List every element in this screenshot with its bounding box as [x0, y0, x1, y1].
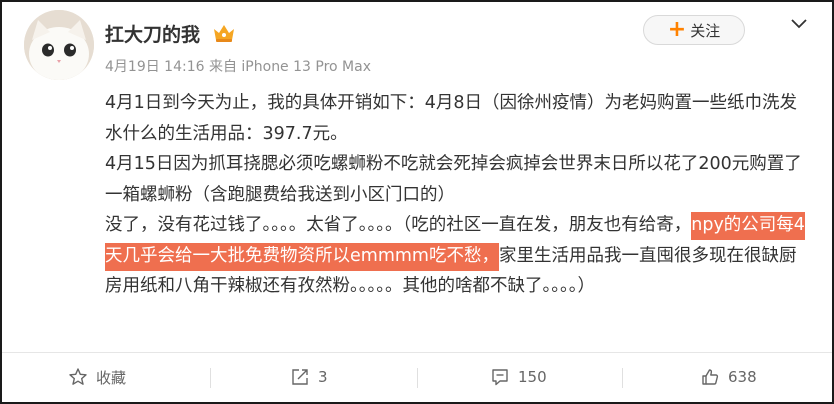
action-separator	[622, 368, 623, 388]
comment-count: 150	[518, 368, 547, 386]
divider	[2, 352, 832, 353]
like-button[interactable]: 638	[700, 366, 757, 388]
plus-icon: +	[667, 17, 687, 42]
favorite-label: 收藏	[96, 368, 127, 387]
action-separator	[417, 368, 418, 388]
thumbs-up-icon	[702, 369, 719, 385]
vip-crown-icon	[212, 22, 236, 44]
post-paragraph: 4月1日到今天为止，我的具体开销如下：4月8日（因徐州疫情）为老妈购置一些纸巾洗…	[105, 93, 798, 144]
follow-label: 关注	[690, 21, 721, 40]
favorite-button[interactable]: 收藏	[68, 366, 126, 388]
post-paragraph: 4月15日因为抓耳挠腮必须吃螺蛳粉不吃就会死掉会疯掉会世界末日所以花了200元购…	[105, 154, 802, 205]
action-separator	[210, 368, 211, 388]
post-paragraph: 没了，没有花过钱了。。。。太省了。。。。（吃的社区一直在发，朋友也有给寄，npy…	[105, 210, 805, 302]
follow-button[interactable]: + 关注	[643, 15, 745, 45]
post-meta: 4月19日 14:16 来自 iPhone 13 Pro Max	[105, 59, 371, 75]
star-icon	[69, 368, 87, 385]
comment-button[interactable]: 150	[490, 366, 547, 388]
avatar[interactable]	[24, 10, 94, 80]
cat-avatar-image	[24, 10, 94, 80]
post-body: 4月1日到今天为止，我的具体开销如下：4月8日（因徐州疫情）为老妈购置一些纸巾洗…	[105, 88, 805, 302]
weibo-post-card: 扛大刀的我 4月19日 14:16 来自 iPhone 13 Pro Max +…	[0, 0, 834, 404]
username[interactable]: 扛大刀的我	[105, 20, 200, 47]
like-count: 638	[728, 368, 757, 386]
post-text: 没了，没有花过钱了。。。。太省了。。。。（吃的社区一直在发，朋友也有给寄，	[105, 215, 692, 235]
comment-icon	[492, 369, 508, 386]
repost-count: 3	[318, 368, 328, 386]
repost-icon	[292, 369, 308, 385]
repost-button[interactable]: 3	[290, 366, 328, 388]
chevron-down-icon[interactable]	[790, 16, 808, 30]
